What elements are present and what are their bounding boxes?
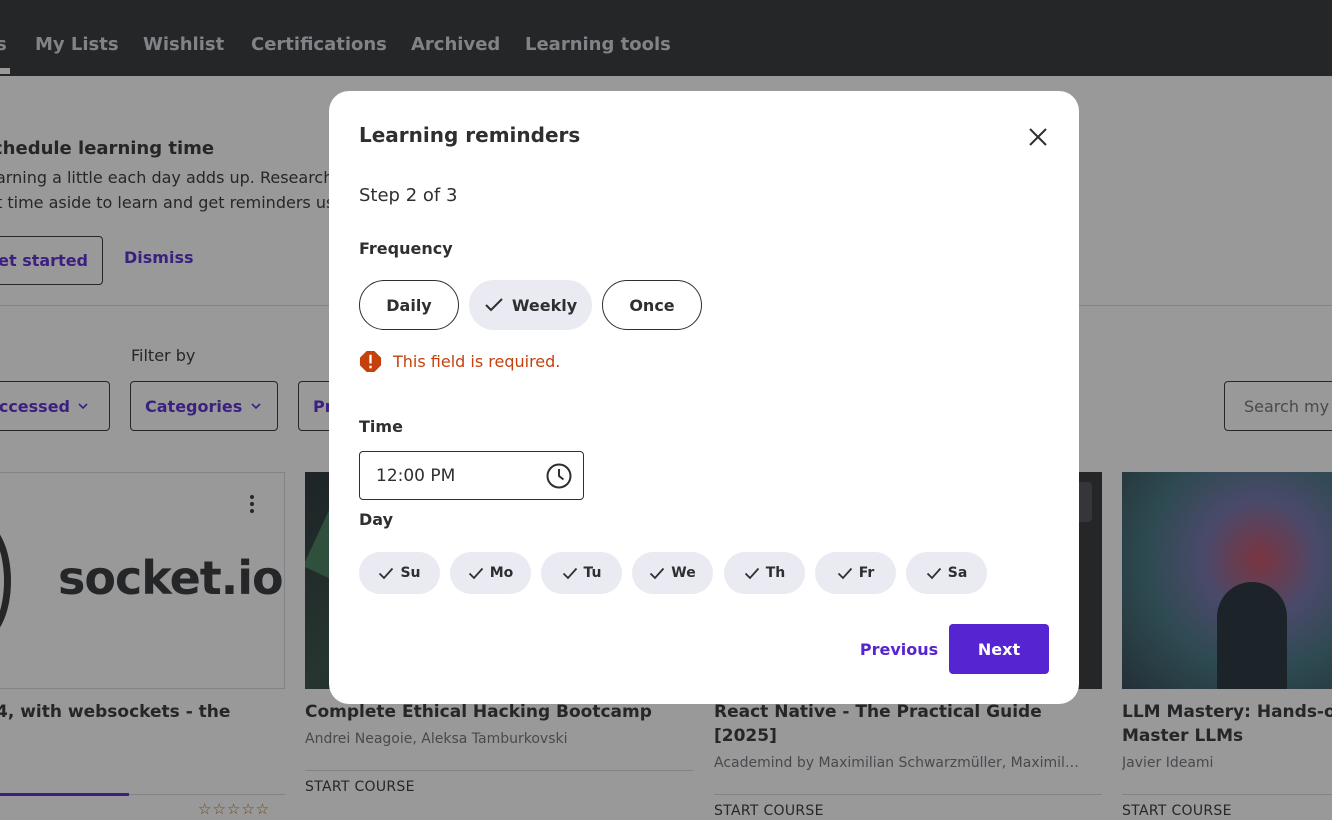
error-text: This field is required. — [393, 352, 561, 371]
check-icon — [468, 567, 483, 579]
check-icon — [837, 567, 852, 579]
time-label: Time — [359, 417, 403, 436]
frequency-daily-label: Daily — [386, 295, 432, 315]
day-toggle-tu[interactable]: Tu — [541, 552, 622, 594]
check-icon — [562, 567, 577, 579]
check-icon — [926, 567, 941, 579]
frequency-daily-option[interactable]: Daily — [359, 280, 459, 330]
check-icon — [744, 567, 759, 579]
clock-icon[interactable] — [545, 462, 573, 490]
frequency-error-message: This field is required. — [359, 350, 560, 373]
step-indicator: Step 2 of 3 — [359, 185, 458, 206]
frequency-weekly-label: Weekly — [511, 295, 578, 315]
frequency-label: Frequency — [359, 239, 453, 258]
day-label-sa: Sa — [947, 565, 968, 581]
check-icon — [650, 567, 665, 579]
day-toggle-fr[interactable]: Fr — [815, 552, 896, 594]
day-toggle-mo[interactable]: Mo — [450, 552, 531, 594]
day-label-th: Th — [765, 565, 786, 581]
day-label-su: Su — [400, 565, 421, 581]
day-toggle-we[interactable]: We — [632, 552, 713, 594]
previous-button[interactable]: Previous — [849, 624, 949, 674]
close-icon[interactable] — [1025, 124, 1051, 150]
day-label-mo: Mo — [489, 565, 514, 581]
check-icon — [379, 567, 394, 579]
day-label-tu: Tu — [583, 565, 602, 581]
frequency-weekly-option[interactable]: Weekly — [469, 280, 592, 330]
time-value: 12:00 PM — [376, 465, 456, 486]
error-icon — [359, 350, 382, 373]
day-toggle-th[interactable]: Th — [724, 552, 805, 594]
day-label-fr: Fr — [858, 565, 875, 581]
day-toggle-sa[interactable]: Sa — [906, 552, 987, 594]
frequency-once-label: Once — [629, 295, 675, 315]
day-toggle-su[interactable]: Su — [359, 552, 440, 594]
day-label-we: We — [671, 565, 696, 581]
learning-reminders-dialog: Learning reminders Step 2 of 3 Frequency… — [329, 91, 1079, 704]
frequency-once-option[interactable]: Once — [602, 280, 702, 330]
day-label: Day — [359, 510, 394, 529]
time-input[interactable]: 12:00 PM — [359, 451, 584, 500]
check-icon — [485, 298, 503, 312]
next-button[interactable]: Next — [949, 624, 1049, 674]
dialog-title: Learning reminders — [359, 123, 581, 147]
